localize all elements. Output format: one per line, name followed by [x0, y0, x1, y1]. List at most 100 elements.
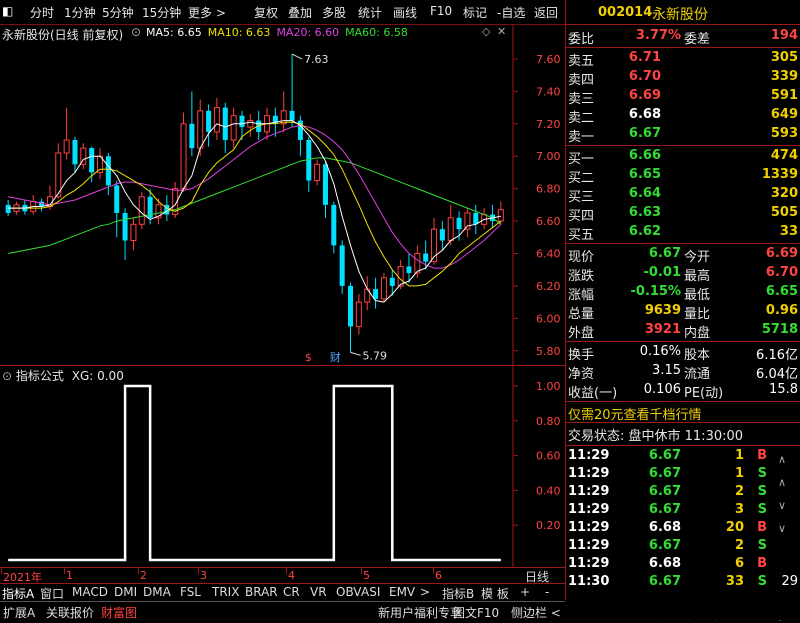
y-tick-label: 6.80: [536, 183, 561, 196]
bid-row[interactable]: 买三 6.64 320: [566, 185, 800, 205]
divider: [566, 445, 800, 446]
ma20-line: [8, 124, 502, 269]
toolbar-left-icon[interactable]: ◧: [2, 4, 13, 18]
candle: [355, 294, 362, 335]
toolbar-item[interactable]: 返回: [534, 4, 558, 21]
toolbar-item[interactable]: 5分钟: [102, 4, 134, 21]
status-link[interactable]: 图文F10: [453, 604, 499, 621]
indicator-tab[interactable]: -: [545, 585, 549, 599]
indicator-tab[interactable]: 模 板: [481, 585, 509, 602]
bid-volume: 474: [770, 148, 798, 163]
toolbar-item[interactable]: -自选: [497, 4, 525, 21]
y-tick-label: 0.60: [536, 450, 561, 463]
ask-row[interactable]: 卖二 6.68 649: [566, 106, 800, 126]
trade-status-row: 交易状态: 盘中休市 11:30:00: [566, 424, 800, 444]
indicator-tab[interactable]: DMI: [114, 585, 137, 599]
candle: [206, 104, 212, 147]
toolbar-item[interactable]: 画线: [393, 4, 417, 21]
tick-side: S: [757, 502, 767, 517]
toolbar-item[interactable]: 多股: [322, 4, 346, 21]
bid-volume: 505: [770, 205, 798, 220]
ask-row[interactable]: 卖五 6.71 305: [566, 49, 800, 69]
status-link[interactable]: 侧边栏 <: [511, 604, 561, 621]
y-tick-label: 6.60: [536, 215, 561, 228]
toolbar-item[interactable]: 更多 >: [188, 4, 226, 21]
indicator-plot: 1.00 0.80 0.60 0.40 0.20: [8, 366, 561, 568]
toolbar-item[interactable]: 标记: [463, 4, 487, 21]
candle: [306, 136, 312, 192]
bid-row[interactable]: 买一 6.66 474: [566, 147, 800, 167]
scroll-arrow-icon[interactable]: ∧: [778, 453, 786, 466]
scroll-arrow-icon[interactable]: ∨: [778, 522, 786, 535]
candle: [348, 282, 354, 353]
indicator-tab[interactable]: +: [520, 585, 530, 599]
stat-value: 3921: [644, 322, 681, 337]
weibi-value: 3.77%: [635, 28, 681, 43]
toolbar-item[interactable]: 15分钟: [142, 4, 181, 21]
ma60-line: [8, 157, 502, 254]
bid-row[interactable]: 买二 6.65 1339: [566, 166, 800, 186]
ask-row[interactable]: 卖三 6.69 591: [566, 87, 800, 107]
tick-extra: 29: [781, 574, 798, 589]
candle: [72, 136, 78, 173]
indicator-tab[interactable]: BRAR: [245, 585, 278, 599]
bid-price: 6.66: [628, 148, 661, 163]
indicator-tab[interactable]: 窗口: [40, 585, 64, 602]
indicator-tab[interactable]: OBV: [336, 585, 362, 599]
toolbar-item[interactable]: 统计: [358, 4, 382, 21]
stat-value: 0.96: [765, 303, 798, 318]
toolbar-item[interactable]: 叠加: [288, 4, 312, 21]
candle: [114, 180, 120, 238]
indicator-tab[interactable]: ASI: [361, 585, 380, 599]
status-link[interactable]: 扩展A: [3, 604, 35, 621]
x-tick-label: 1: [66, 569, 73, 582]
event-mark: $: [305, 351, 312, 364]
x-tick: [198, 568, 199, 574]
tick-time: 11:29: [568, 538, 610, 553]
tick-volume: 1: [734, 466, 744, 481]
ask-label: 卖五: [568, 54, 595, 69]
toolbar-item[interactable]: 分时: [30, 4, 54, 21]
tick-side: B: [757, 556, 767, 571]
tick-time: 11:30: [568, 574, 610, 589]
indicator-tab[interactable]: 指标A: [2, 585, 34, 602]
promo-row[interactable]: 仅需20元查看千档行情: [566, 403, 800, 423]
indicator-tab[interactable]: EMV: [389, 585, 415, 599]
ask-volume: 593: [770, 126, 798, 141]
ask-row[interactable]: 卖一 6.67 593: [566, 125, 800, 145]
status-link[interactable]: 关联报价: [46, 604, 94, 621]
status-link[interactable]: 财富图: [101, 604, 137, 621]
indicator-tab[interactable]: 指标B: [442, 585, 474, 602]
scroll-arrow-icon[interactable]: ∧: [778, 476, 786, 489]
x-tick-label: 3: [200, 569, 207, 582]
scroll-arrow-icon[interactable]: ∨: [778, 499, 786, 512]
status-link[interactable]: 新用户福利专享: [378, 604, 462, 621]
toolbar-item[interactable]: 复权: [254, 4, 278, 21]
x-tick-label: 5: [363, 569, 370, 582]
kline-chart[interactable]: 永新股份(日线 前复权) ⊙ MA5: 6.65 MA10: 6.63 MA20: …: [0, 24, 566, 365]
stat-label: 最低: [684, 288, 711, 303]
indicator-tab[interactable]: FSL: [180, 585, 201, 599]
bid-row[interactable]: 买四 6.63 505: [566, 204, 800, 224]
indicator-panel[interactable]: ⊙ 指标公式 XG: 0.00 1.00 0.80 0.60 0.40 0.20: [0, 365, 566, 568]
indicator-tab[interactable]: DMA: [143, 585, 171, 599]
indicator-tab[interactable]: CR: [283, 585, 300, 599]
bid-row[interactable]: 买五 6.62 33: [566, 223, 800, 243]
toolbar-item[interactable]: 1分钟: [64, 4, 96, 21]
quote-header: 002014 永新股份: [565, 0, 800, 25]
indicator-tab[interactable]: >: [420, 585, 430, 599]
stat-label: 现价: [568, 250, 595, 265]
indicator-tab[interactable]: VR: [310, 585, 327, 599]
candle: [105, 152, 111, 196]
indicator-tab[interactable]: MACD: [72, 585, 108, 599]
tick-row: 11:29 6.67 2 S: [566, 483, 800, 502]
divider: [566, 401, 800, 402]
promo-link[interactable]: 仅需20元查看千档行情: [568, 404, 702, 423]
toolbar-item[interactable]: F10: [430, 4, 452, 18]
stock-name: 永新股份: [652, 7, 708, 23]
candle: [339, 240, 345, 295]
stat-label: 总量: [568, 307, 595, 322]
ask-row[interactable]: 卖四 6.70 339: [566, 68, 800, 88]
candle: [213, 97, 220, 141]
indicator-tab[interactable]: TRIX: [212, 585, 239, 599]
